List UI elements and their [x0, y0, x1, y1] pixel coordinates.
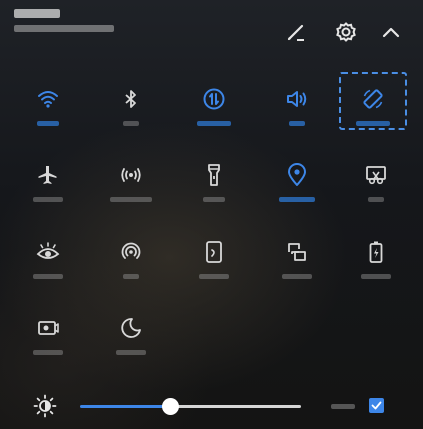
- tile-label: [361, 274, 391, 279]
- status-carrier: [14, 25, 114, 32]
- tile-battery-saver[interactable]: [346, 240, 406, 300]
- tile-location[interactable]: [267, 163, 327, 223]
- brightness-icon: [33, 394, 57, 418]
- tile-mobile-data[interactable]: [184, 87, 244, 147]
- screen-record-icon: [36, 316, 60, 340]
- multi-screen-icon: [285, 240, 309, 264]
- tile-airplane-mode[interactable]: [18, 163, 78, 223]
- tile-screenshot[interactable]: [346, 163, 406, 223]
- wifi-icon: [36, 87, 60, 111]
- tile-nfc[interactable]: [101, 240, 161, 300]
- sound-icon: [285, 87, 309, 111]
- location-icon: [285, 163, 309, 187]
- airplane-mode-icon: [36, 163, 60, 187]
- battery-saver-icon: [364, 240, 388, 264]
- brightness-slider-track[interactable]: [171, 405, 301, 408]
- checkmark-icon: [371, 401, 382, 410]
- screen-cast-icon: [202, 240, 226, 264]
- tile-label: [289, 121, 305, 126]
- tile-label: [33, 350, 63, 355]
- tile-label: [203, 197, 225, 202]
- tile-label: [123, 274, 139, 279]
- brightness-slider-thumb[interactable]: [162, 398, 179, 415]
- tile-multi-screen[interactable]: [267, 240, 327, 300]
- tile-hotspot[interactable]: [101, 163, 161, 223]
- pencil-icon[interactable]: [284, 20, 308, 44]
- flashlight-icon: [202, 163, 226, 187]
- mobile-data-icon: [202, 87, 226, 111]
- tile-bluetooth[interactable]: [101, 87, 161, 147]
- chevron-up-icon[interactable]: [379, 20, 403, 44]
- tile-label: [33, 197, 63, 202]
- nfc-icon: [119, 240, 143, 264]
- tile-label: [110, 197, 152, 202]
- tile-label: [368, 197, 384, 202]
- tile-flashlight[interactable]: [184, 163, 244, 223]
- auto-brightness-checkbox[interactable]: [369, 398, 384, 413]
- bluetooth-icon: [119, 87, 143, 111]
- screenshot-icon: [364, 163, 388, 187]
- highlight-box: [339, 72, 407, 130]
- tile-sound[interactable]: [267, 87, 327, 147]
- do-not-disturb-icon: [119, 316, 143, 340]
- tile-wifi[interactable]: [18, 87, 78, 147]
- eye-comfort-icon: [36, 240, 60, 264]
- tile-label: [123, 121, 139, 126]
- tile-label: [33, 274, 63, 279]
- tile-label: [282, 274, 312, 279]
- gear-icon[interactable]: [334, 20, 358, 44]
- tile-label: [116, 350, 146, 355]
- status-time: [14, 9, 60, 18]
- tile-label: [37, 121, 59, 126]
- tile-screen-cast[interactable]: [184, 240, 244, 300]
- tile-do-not-disturb[interactable]: [101, 316, 161, 376]
- brightness-slider-fill: [80, 405, 171, 408]
- auto-brightness-label: [331, 404, 355, 409]
- tile-label: [279, 197, 315, 202]
- tile-label: [199, 274, 229, 279]
- tile-label: [197, 121, 231, 126]
- hotspot-icon: [119, 163, 143, 187]
- tile-screen-record[interactable]: [18, 316, 78, 376]
- tile-eye-comfort[interactable]: [18, 240, 78, 300]
